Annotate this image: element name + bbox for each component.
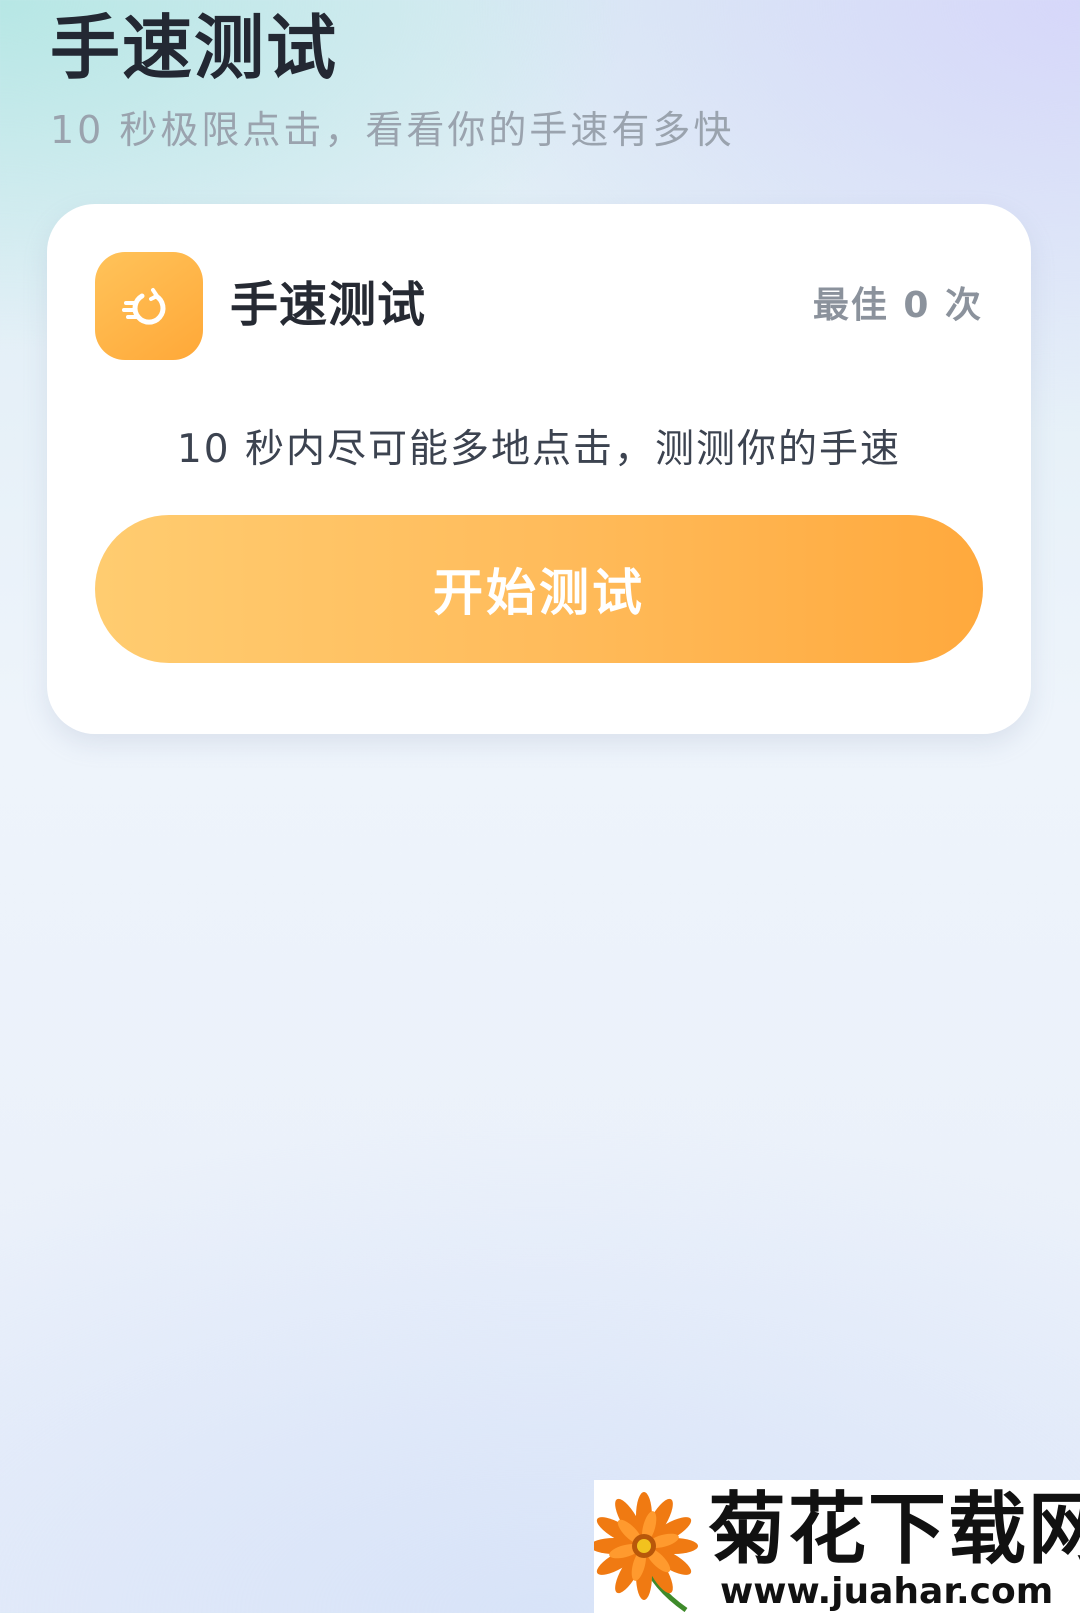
best-score: 最佳 0 次 [812, 285, 983, 326]
card-description: 10 秒内尽可能多地点击，测测你的手速 [176, 427, 902, 472]
start-test-label: 开始测试 [433, 564, 645, 622]
card-title: 手速测试 [230, 277, 427, 333]
watermark-title: 菊花下载网 [708, 1485, 1080, 1575]
chrysanthemum-flower-logo [594, 1492, 698, 1612]
speed-test-card: 手速测试 最佳 0 次 10 秒内尽可能多地点击，测测你的手速 开始测试 [47, 204, 1031, 734]
watermark: 菊花下载网 www.juahar.com [594, 1480, 1080, 1613]
speed-tap-icon [95, 252, 203, 360]
start-test-button[interactable]: 开始测试 [95, 515, 983, 663]
page-subtitle: 10 秒极限点击，看看你的手速有多快 [50, 108, 735, 152]
page-title: 手速测试 [50, 7, 338, 89]
watermark-url: www.juahar.com [720, 1571, 1054, 1612]
